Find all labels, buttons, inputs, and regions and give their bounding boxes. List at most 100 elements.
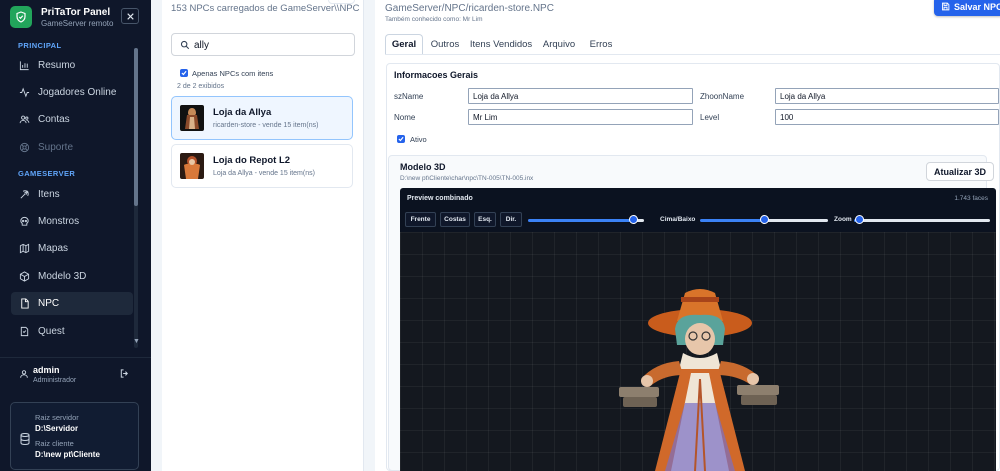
npc-count-text: 153 NPCs carregados de GameServer\\NPC <box>171 3 360 14</box>
sidebar-scrollbar-thumb[interactable] <box>134 48 138 206</box>
raiz-cliente-value: D:\new pt\Cliente <box>35 450 100 459</box>
npc-avatar <box>180 153 204 179</box>
filter-with-items-label: Apenas NPCs com itens <box>192 69 274 78</box>
zoom-slider-thumb[interactable] <box>855 215 865 224</box>
view-right-button[interactable]: Dir. <box>500 212 522 227</box>
view-back-button[interactable]: Costas <box>440 212 470 227</box>
database-icon <box>20 433 30 445</box>
check-icon <box>181 70 187 76</box>
zhoonname-label: ZhoonName <box>700 92 745 101</box>
rotation-slider-fill <box>528 219 633 222</box>
sidebar-item-label: Jogadores Online <box>38 87 117 98</box>
npc-3d-model <box>619 289 779 471</box>
view-left-button[interactable]: Esq. <box>474 212 496 227</box>
npc-editor-panel: GameServer/NPC/ricarden-store.NPC Também… <box>375 0 1000 471</box>
server-paths-box: Raiz servidor D:\Servidor Raiz cliente D… <box>10 402 139 470</box>
close-sidebar-button[interactable] <box>121 8 139 24</box>
sidebar-item-monstros[interactable]: Monstros <box>11 210 133 233</box>
map-icon <box>19 243 30 254</box>
npc-search-input[interactable] <box>194 37 350 53</box>
tab-outros[interactable]: Outros <box>429 34 461 54</box>
sidebar-item-modelo-3d[interactable]: Modelo 3D <box>11 265 133 288</box>
results-count: 2 de 2 exibidos <box>177 83 225 90</box>
ativo-label: Ativo <box>410 135 427 144</box>
quest-icon <box>20 326 29 337</box>
npc-list-panel: 153 NPCs carregados de GameServer\\NPC A… <box>162 0 364 471</box>
updown-slider-label: Cima/Baixo <box>660 216 696 223</box>
sidebar-item-resumo[interactable]: Resumo <box>11 54 133 77</box>
zoom-slider-track <box>859 219 990 222</box>
save-npc-button[interactable]: Salvar NPC <box>934 0 1000 16</box>
scroll-down-icon[interactable]: ▼ <box>133 338 140 345</box>
npc-aka: Também conhecido como: Mr Lim <box>385 16 483 23</box>
tab-erros[interactable]: Erros <box>588 34 614 54</box>
npc-list-item[interactable]: Loja da Allya ricarden-store - vende 15 … <box>171 96 353 140</box>
users-icon <box>19 115 30 124</box>
npc-search-box[interactable] <box>171 33 355 56</box>
sidebar-item-mapas[interactable]: Mapas <box>11 237 133 260</box>
user-role: Administrador <box>33 377 77 384</box>
updown-slider[interactable] <box>700 215 828 225</box>
npc-avatar <box>180 105 204 131</box>
sidebar-item-label: Itens <box>38 189 60 200</box>
close-icon <box>126 12 134 20</box>
logout-icon[interactable] <box>119 368 130 379</box>
tab-arquivo[interactable]: Arquivo <box>543 34 575 54</box>
nome-label: Nome <box>394 113 416 122</box>
level-label: Level <box>700 113 720 122</box>
npc-list-item[interactable]: Loja do Repot L2 Loja da Allya - vende 1… <box>171 144 353 188</box>
general-info-title: Informacoes Gerais <box>394 70 479 80</box>
filter-with-items-checkbox[interactable] <box>180 69 188 77</box>
section-label-gameserver: GAMESERVER <box>18 169 76 178</box>
zoom-slider[interactable] <box>854 215 990 225</box>
sidebar-item-label: Monstros <box>38 216 80 227</box>
tab-geral[interactable]: Geral <box>385 34 423 54</box>
sidebar-item-contas[interactable]: Contas <box>11 108 133 131</box>
cube-icon <box>19 271 30 282</box>
nome-input[interactable] <box>468 109 693 125</box>
check-icon <box>398 136 404 142</box>
preview-title: Preview combinado <box>407 195 473 202</box>
sidebar-item-label: NPC <box>38 298 60 309</box>
szname-input[interactable] <box>468 88 693 104</box>
user-name: admin <box>33 365 60 375</box>
npc-name: Loja da Allya <box>213 107 272 118</box>
sidebar-item-label: Suporte <box>38 142 74 153</box>
sidebar-item-itens[interactable]: Itens <box>11 183 133 206</box>
pickaxe-icon <box>20 190 29 199</box>
user-icon <box>20 370 28 378</box>
raiz-servidor-value: D:\Servidor <box>35 424 79 433</box>
face-count: 1.743 faces <box>954 195 988 202</box>
ativo-checkbox[interactable] <box>397 135 405 143</box>
npc-name: Loja do Repot L2 <box>213 155 291 166</box>
sidebar-item-label: Quest <box>38 326 65 337</box>
sidebar-item-label: Modelo 3D <box>38 271 87 282</box>
brand-subtitle: GameServer remoto <box>41 19 114 28</box>
model-3d-viewer[interactable]: Preview combinado 1.743 faces Frente Cos… <box>400 188 996 471</box>
npc-subtitle: ricarden-store - vende 15 item(ns) <box>213 122 319 129</box>
document-icon <box>21 298 29 309</box>
refresh-3d-button[interactable]: Atualizar 3D <box>926 162 994 181</box>
sidebar-item-suporte[interactable]: Suporte <box>11 136 133 159</box>
updown-slider-fill <box>700 219 764 222</box>
chart-icon <box>19 61 29 71</box>
sidebar-item-jogadores-online[interactable]: Jogadores Online <box>11 81 133 104</box>
view-front-button[interactable]: Frente <box>405 212 436 227</box>
model-3d-title: Modelo 3D <box>400 162 446 172</box>
skull-icon <box>20 216 29 226</box>
sidebar-item-label: Contas <box>38 114 70 125</box>
shield-check-icon <box>10 6 32 28</box>
save-icon <box>942 2 950 11</box>
rotation-slider-thumb[interactable] <box>628 215 638 224</box>
sidebar-item-quest[interactable]: Quest <box>11 320 133 343</box>
rotation-slider[interactable] <box>528 215 644 225</box>
szname-label: szName <box>394 92 424 101</box>
zhoonname-input[interactable] <box>775 88 999 104</box>
updown-slider-thumb[interactable] <box>759 215 769 224</box>
lifebuoy-icon <box>19 142 30 153</box>
tab-itens-vendidos[interactable]: Itens Vendidos <box>470 34 532 54</box>
sidebar-item-label: Resumo <box>38 60 76 71</box>
sidebar-item-npc[interactable]: NPC <box>11 292 133 315</box>
save-npc-label: Salvar NPC <box>954 1 1000 12</box>
level-input[interactable] <box>775 109 999 125</box>
